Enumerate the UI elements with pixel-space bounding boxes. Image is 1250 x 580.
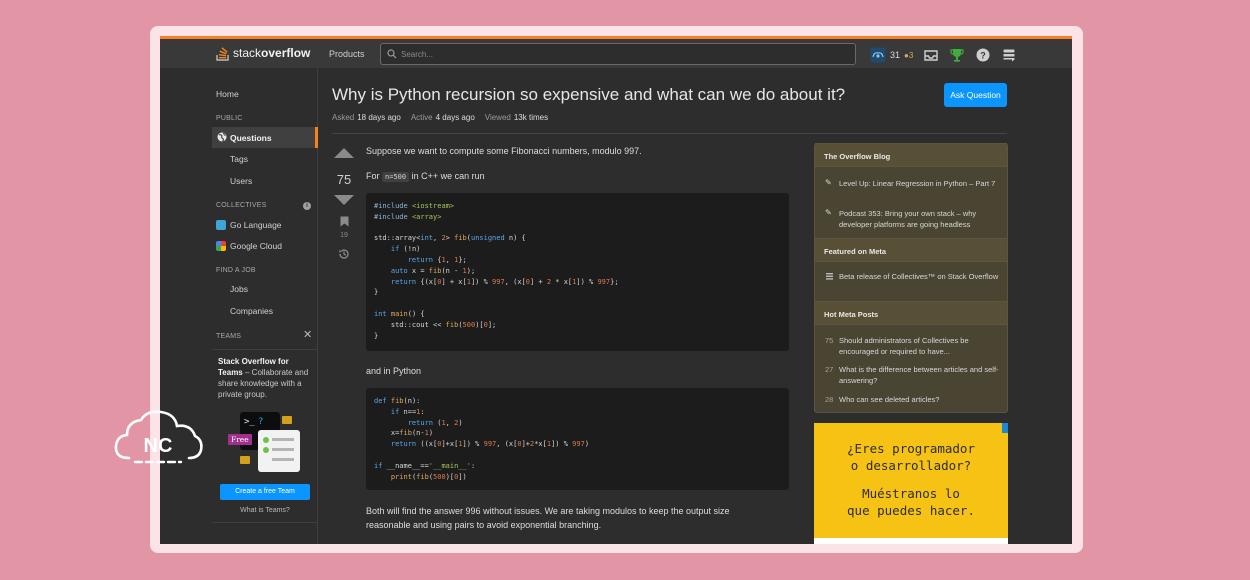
teams-promo-text: Stack Overflow for Teams – Collaborate a… — [218, 357, 309, 399]
reputation-count: 31 — [890, 50, 901, 60]
sidebar-heading-find-job: FIND A JOB — [216, 267, 256, 274]
profile-button[interactable]: 31 ●3 — [870, 47, 913, 63]
create-team-button[interactable]: Create a free Team — [220, 484, 310, 500]
site-switcher-icon[interactable] — [1001, 47, 1017, 63]
asked-info: Asked 18 days ago — [332, 113, 401, 122]
nc-cloud-logo: NC — [114, 410, 203, 464]
blog-heading: The Overflow Blog — [815, 143, 1007, 167]
python-code-block: def fib(n): if n==1: return (1, 2) x=fib… — [366, 388, 789, 490]
downvote-icon[interactable] — [334, 195, 354, 205]
ad-text-line: ¿Eres programador — [847, 441, 975, 456]
browser-screen: stackoverflow Products 31 ●3 — [160, 36, 1072, 544]
nc-logo-text: NC — [144, 435, 173, 457]
question-paragraph-1: Suppose we want to compute some Fibonacc… — [366, 146, 642, 156]
hot-post-count: 28 — [825, 395, 834, 404]
hot-post-count: 27 — [825, 365, 834, 374]
teams-close-icon[interactable]: ✕ — [303, 328, 312, 341]
question-title[interactable]: Why is Python recursion so expensive and… — [332, 85, 845, 105]
ad-text-line: que puedes hacer. — [847, 503, 975, 518]
sidebar-heading-public: PUBLIC — [216, 115, 243, 122]
svg-text:?: ? — [981, 51, 987, 61]
vote-count: 75 — [336, 172, 352, 187]
divider — [332, 133, 1007, 134]
globe-icon — [217, 132, 227, 142]
sidebar-item-companies[interactable]: Companies — [230, 306, 273, 316]
active-info: Active 4 days ago — [410, 113, 475, 122]
blog-item[interactable]: Level Up: Linear Regression in Python – … — [839, 179, 999, 190]
featured-meta-heading: Featured on Meta — [815, 238, 1007, 262]
cpp-code-block: #include <iostream> #include <array> std… — [366, 193, 789, 351]
sidebar-heading-teams: TEAMS — [216, 333, 242, 340]
blog-item[interactable]: Podcast 353: Bring your own stack – why … — [839, 209, 999, 230]
inline-code: n=500 — [382, 172, 410, 182]
topbar: stackoverflow Products 31 ●3 — [160, 36, 1072, 68]
ad-text-line: Muéstranos lo — [862, 486, 960, 501]
sidebar-item-home[interactable]: Home — [216, 89, 239, 99]
advertisement[interactable]: ¿Eres programador o desarrollador? Muést… — [814, 423, 1008, 544]
go-language-icon — [216, 220, 226, 230]
pencil-icon: ✎ — [825, 208, 832, 217]
sidebar-item-jobs[interactable]: Jobs — [230, 284, 248, 294]
overflow-blog-widget: The Overflow Blog ✎ Level Up: Linear Reg… — [814, 143, 1008, 413]
bookmark-count: 19 — [340, 232, 348, 239]
bookmark-icon[interactable] — [340, 216, 349, 227]
sidebar-item-tags[interactable]: Tags — [230, 154, 248, 164]
svg-text:?: ? — [258, 417, 263, 427]
hot-meta-post[interactable]: Should administrators of Collectives be … — [839, 336, 999, 357]
topbar-icons: 31 ●3 ? — [870, 45, 1017, 65]
sidebar-item-google-cloud[interactable]: Google Cloud — [230, 241, 282, 251]
viewed-info: Viewed 13k times — [484, 113, 549, 122]
sidebar-item-go-language[interactable]: Go Language — [230, 220, 282, 230]
pencil-icon: ✎ — [825, 178, 832, 187]
question-meta: Asked 18 days ago Active 4 days ago Viewed… — [332, 113, 548, 122]
help-icon[interactable]: ? — [975, 47, 991, 63]
ad-footer — [814, 538, 1008, 544]
hot-meta-heading: Hot Meta Posts — [815, 301, 1007, 325]
meta-item[interactable]: Beta release of Collectives™ on Stack Ov… — [839, 272, 999, 283]
achievements-trophy-icon[interactable] — [949, 47, 965, 63]
left-sidebar: Home PUBLIC Questions Tags Users COLLECT… — [160, 68, 318, 544]
search-box[interactable] — [380, 43, 856, 65]
logo-text: stackoverflow — [233, 46, 311, 60]
teams-promo: Stack Overflow for Teams – Collaborate a… — [212, 349, 318, 523]
collectives-info-icon[interactable]: i — [303, 202, 311, 210]
sidebar-item-users[interactable]: Users — [230, 176, 252, 186]
sidebar-heading-collectives: COLLECTIVES — [216, 202, 267, 209]
stackoverflow-logo-icon — [216, 47, 229, 61]
stack-exchange-icon — [826, 273, 833, 280]
google-cloud-icon — [216, 241, 226, 251]
teams-illustration: >_ ? Free — [216, 412, 312, 476]
sidebar-item-questions-label: Questions — [230, 133, 272, 143]
avatar-icon — [870, 47, 886, 63]
sidebar-item-questions[interactable]: Questions — [212, 127, 318, 148]
question-paragraph-3: and in Python — [366, 366, 422, 376]
bronze-badge-count: ●3 — [904, 50, 914, 60]
svg-text:>_: >_ — [244, 417, 255, 427]
hot-meta-post[interactable]: What is the difference between articles … — [839, 365, 999, 386]
hot-meta-post[interactable]: Who can see deleted articles? — [839, 395, 999, 406]
upvote-icon[interactable] — [334, 148, 354, 158]
inbox-icon[interactable] — [923, 47, 939, 63]
ask-question-button[interactable]: Ask Question — [944, 83, 1007, 107]
history-icon[interactable] — [338, 248, 350, 260]
search-icon — [387, 49, 397, 59]
what-is-teams-link[interactable]: What is Teams? — [212, 507, 318, 514]
products-link[interactable]: Products — [329, 49, 365, 59]
ad-choices-icon[interactable] — [1002, 423, 1008, 433]
free-tag: Free — [228, 434, 252, 445]
search-input[interactable] — [401, 46, 841, 62]
ad-text-line: o desarrollador? — [850, 458, 972, 473]
question-paragraph-4: Both will find the answer 996 without is… — [366, 506, 730, 530]
hot-post-count: 75 — [825, 336, 834, 345]
question-paragraph-2: For n=500 in C++ we can run — [366, 171, 485, 182]
stackoverflow-logo[interactable]: stackoverflow — [216, 45, 310, 61]
